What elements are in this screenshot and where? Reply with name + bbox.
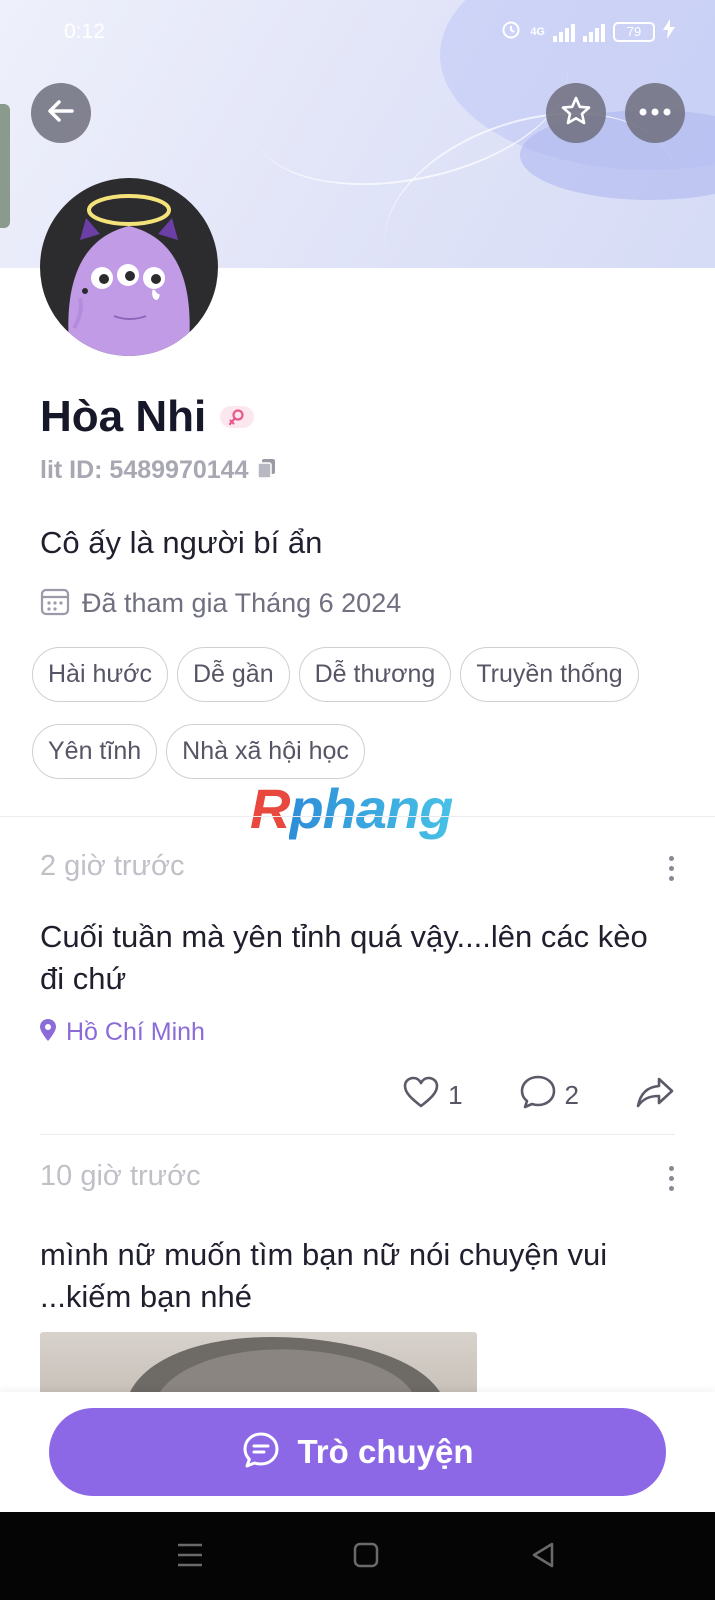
signal-icon: [553, 22, 575, 42]
tag-chip[interactable]: Yên tĩnh: [32, 724, 158, 779]
tag-chip[interactable]: Truyền thống: [460, 647, 639, 702]
tag-chip[interactable]: Dễ gần: [177, 647, 290, 702]
joined-row: Đã tham gia Tháng 6 2024: [40, 586, 401, 621]
network-label: 4G: [530, 25, 545, 38]
chat-bubble-icon: [241, 1430, 281, 1475]
back-button[interactable]: [31, 83, 91, 143]
post-time: 2 giờ trước: [40, 850, 185, 882]
female-icon: [220, 406, 255, 428]
share-icon: [635, 1075, 675, 1116]
location-label: Hồ Chí Minh: [66, 1018, 205, 1046]
watermark-text: phang: [289, 777, 453, 840]
charging-icon: [663, 19, 675, 44]
lit-id: lit ID: 5489970144: [40, 456, 249, 484]
arrow-left-icon: [44, 94, 78, 133]
post-text: mình nữ muốn tìm bạn nữ nói chuyện vui .…: [40, 1237, 608, 1314]
post-menu-icon[interactable]: [667, 856, 675, 881]
location-pin-icon: [40, 1019, 56, 1046]
system-navigation-bar: [0, 1512, 715, 1600]
post-separator: [40, 1134, 675, 1135]
profile-bio: Cô ấy là người bí ẩn: [40, 525, 323, 560]
status-time: 0:12: [64, 20, 105, 43]
tag-chip[interactable]: Hài hước: [32, 647, 168, 702]
name-row: Hòa Nhi: [40, 392, 255, 442]
like-button[interactable]: 1: [402, 1075, 463, 1116]
watermark-letter: R: [250, 777, 290, 840]
personality-tags: Hài hước Dễ gần Dễ thương Truyền thống Y…: [32, 647, 682, 779]
copy-icon[interactable]: [256, 457, 278, 484]
profile-name: Hòa Nhi: [40, 392, 207, 441]
favorite-button[interactable]: [546, 83, 606, 143]
comment-icon: [519, 1074, 557, 1117]
more-horizontal-icon: [638, 104, 672, 122]
bottom-action-bar: Trò chuyện: [0, 1392, 715, 1512]
tag-chip[interactable]: Nhà xã hội học: [166, 724, 365, 779]
battery-icon: 79: [613, 21, 655, 42]
like-count: 1: [448, 1080, 463, 1110]
share-button[interactable]: [635, 1075, 675, 1116]
status-icons: 4G 79: [500, 18, 675, 45]
post-time: 10 giờ trước: [40, 1160, 201, 1192]
comment-count: 2: [564, 1080, 579, 1110]
tag-chip[interactable]: Dễ thương: [298, 647, 452, 702]
post-actions: 1 2: [402, 1074, 675, 1117]
post-menu-icon[interactable]: [667, 1166, 675, 1191]
joined-date: Đã tham gia Tháng 6 2024: [82, 588, 402, 618]
section-divider: [0, 816, 715, 817]
back-nav-icon[interactable]: [530, 1542, 556, 1573]
chat-button-label: Trò chuyện: [297, 1433, 474, 1470]
star-icon: [559, 94, 593, 133]
lit-id-row: lit ID: 5489970144: [40, 456, 278, 485]
home-icon[interactable]: [353, 1542, 379, 1573]
menu-icon[interactable]: [176, 1542, 204, 1573]
chat-button[interactable]: Trò chuyện: [49, 1408, 666, 1496]
side-edge-handle[interactable]: [0, 104, 10, 228]
watermark-logo: Rphang: [250, 776, 453, 841]
comment-button[interactable]: 2: [519, 1074, 579, 1117]
post-photo-preview: [130, 1336, 440, 1392]
calendar-icon: [40, 586, 70, 621]
alarm-icon: [500, 18, 522, 45]
post-image[interactable]: [40, 1332, 477, 1392]
post-location[interactable]: Hồ Chí Minh: [40, 1018, 205, 1047]
more-options-button[interactable]: [625, 83, 685, 143]
post-text: Cuối tuần mà yên tỉnh quá vậy....lên các…: [40, 919, 648, 996]
heart-icon: [402, 1075, 440, 1116]
avatar-monster-illustration: [68, 194, 190, 356]
signal-icon: [583, 22, 605, 42]
avatar[interactable]: [40, 178, 218, 356]
status-bar: 0:12 4G 79: [0, 0, 715, 64]
post-item: 2 giờ trước Cuối tuần mà yên tỉnh quá vậ…: [40, 846, 675, 1138]
